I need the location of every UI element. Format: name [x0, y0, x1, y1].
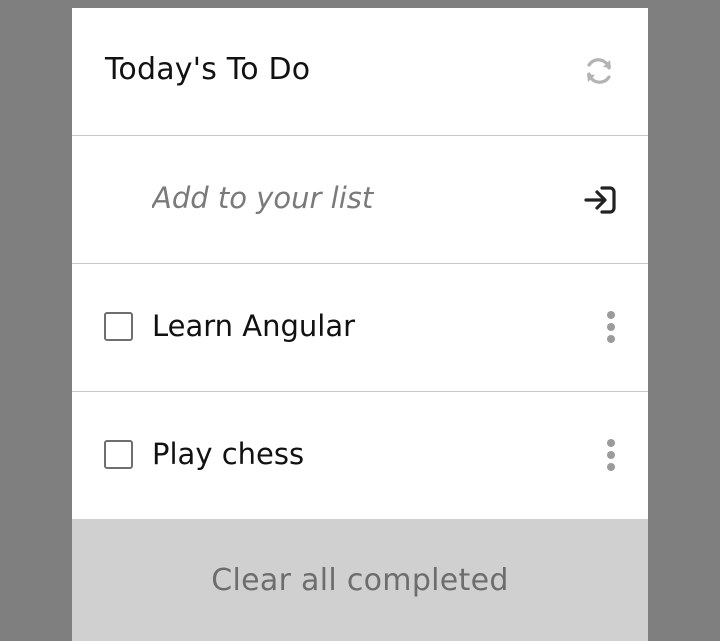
sign-in-arrow-icon[interactable] — [582, 184, 618, 216]
page-title: Today's To Do — [105, 52, 311, 87]
clear-completed-button[interactable]: Clear all completed — [72, 519, 648, 641]
item-label: Learn Angular — [152, 309, 356, 343]
item-checkbox[interactable] — [104, 440, 133, 469]
item-checkbox[interactable] — [104, 312, 133, 341]
refresh-icon[interactable] — [582, 54, 616, 88]
clear-completed-label: Clear all completed — [211, 562, 509, 598]
list-item: Play chess — [72, 392, 648, 520]
kebab-menu-icon[interactable] — [604, 310, 618, 344]
add-item-input[interactable] — [152, 178, 532, 218]
item-label: Play chess — [152, 437, 305, 471]
todo-header: Today's To Do — [72, 8, 648, 136]
todo-card: Today's To Do Learn Angular — [72, 8, 648, 641]
kebab-menu-icon[interactable] — [604, 438, 618, 472]
list-item: Learn Angular — [72, 264, 648, 392]
